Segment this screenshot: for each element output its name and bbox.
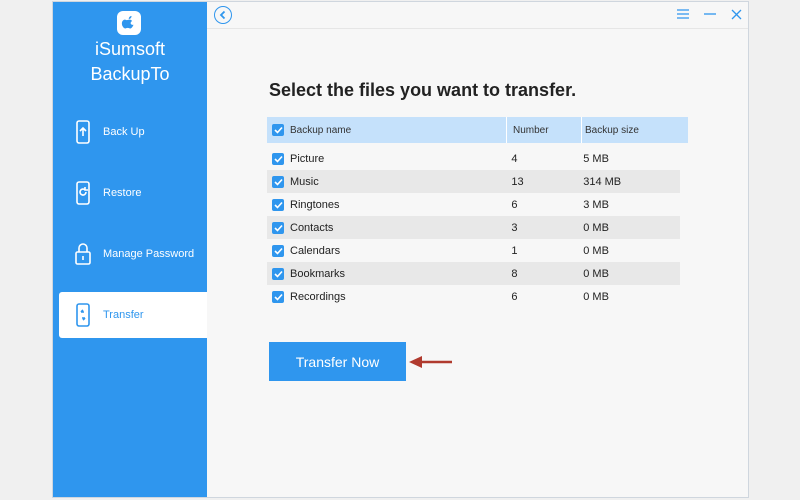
page-title: Select the files you want to transfer. bbox=[269, 80, 577, 100]
table-row[interactable]: Bookmarks 8 0 MB bbox=[267, 262, 680, 285]
row-name: Contacts bbox=[290, 221, 334, 234]
transfer-phone-icon bbox=[67, 299, 99, 331]
sidebar-item-restore[interactable]: Restore bbox=[59, 170, 207, 216]
sidebar-item-manage-password[interactable]: Manage Password bbox=[59, 231, 207, 277]
titlebar-divider bbox=[207, 28, 748, 29]
sidebar-item-label: Back Up bbox=[103, 126, 145, 138]
row-size: 0 MB bbox=[583, 267, 609, 280]
restore-phone-icon bbox=[67, 177, 99, 209]
select-all-checkbox[interactable] bbox=[272, 124, 284, 136]
row-name: Music bbox=[290, 175, 319, 188]
column-header-size[interactable]: Backup size bbox=[581, 117, 681, 143]
close-icon bbox=[731, 9, 742, 20]
table-header: Backup name Number Backup size bbox=[267, 117, 688, 143]
table-row[interactable]: Picture 4 5 MB bbox=[267, 147, 680, 170]
row-checkbox[interactable] bbox=[272, 267, 284, 280]
backup-phone-icon bbox=[67, 116, 99, 148]
lock-icon bbox=[67, 238, 99, 270]
annotation-arrow-icon bbox=[408, 355, 454, 374]
row-checkbox[interactable] bbox=[272, 221, 284, 234]
row-size: 5 MB bbox=[583, 152, 609, 165]
menu-button[interactable] bbox=[675, 6, 691, 22]
table-row[interactable]: Recordings 6 0 MB bbox=[267, 285, 680, 308]
sidebar-item-back-up[interactable]: Back Up bbox=[59, 109, 207, 155]
sidebar-item-label: Manage Password bbox=[103, 248, 195, 260]
row-name: Bookmarks bbox=[290, 267, 346, 280]
table-row[interactable]: Contacts 3 0 MB bbox=[267, 216, 680, 239]
row-checkbox[interactable] bbox=[272, 244, 284, 257]
row-checkbox[interactable] bbox=[272, 198, 284, 211]
row-number: 6 bbox=[511, 198, 518, 211]
row-name: Picture bbox=[290, 152, 325, 165]
row-size: 3 MB bbox=[583, 198, 609, 211]
app-name-line2: BackupTo bbox=[90, 64, 170, 84]
back-button[interactable] bbox=[214, 6, 232, 24]
row-number: 4 bbox=[511, 152, 518, 165]
row-number: 3 bbox=[511, 221, 518, 234]
sidebar-item-label: Restore bbox=[103, 187, 142, 199]
row-size: 0 MB bbox=[583, 221, 609, 234]
sidebar-item-transfer[interactable]: Transfer bbox=[59, 292, 207, 338]
row-size: 0 MB bbox=[583, 244, 609, 257]
app-window: iSumsoft BackupTo Back Up Restore Manage… bbox=[52, 1, 749, 498]
transfer-now-button[interactable]: Transfer Now bbox=[269, 342, 406, 381]
minimize-icon bbox=[704, 9, 716, 19]
row-checkbox[interactable] bbox=[272, 152, 284, 165]
row-name: Ringtones bbox=[290, 198, 340, 211]
column-header-name[interactable]: Backup name bbox=[290, 125, 351, 136]
apple-icon bbox=[117, 11, 141, 35]
minimize-button[interactable] bbox=[702, 6, 718, 22]
files-table: Backup name Number Backup size Picture 4… bbox=[267, 117, 688, 308]
row-size: 0 MB bbox=[583, 290, 609, 303]
table-row[interactable]: Ringtones 6 3 MB bbox=[267, 193, 680, 216]
table-row[interactable]: Music 13 314 MB bbox=[267, 170, 680, 193]
close-button[interactable] bbox=[728, 6, 744, 22]
row-number: 6 bbox=[511, 290, 518, 303]
row-number: 8 bbox=[511, 267, 518, 280]
chevron-left-icon bbox=[218, 10, 228, 20]
row-checkbox[interactable] bbox=[272, 175, 284, 188]
row-number: 1 bbox=[511, 244, 518, 257]
column-header-number[interactable]: Number bbox=[506, 117, 581, 143]
row-checkbox[interactable] bbox=[272, 290, 284, 303]
hamburger-icon bbox=[677, 9, 689, 19]
row-size: 314 MB bbox=[583, 175, 622, 188]
row-name: Calendars bbox=[290, 244, 341, 257]
sidebar: iSumsoft BackupTo Back Up Restore Manage… bbox=[53, 2, 207, 497]
row-name: Recordings bbox=[290, 290, 346, 303]
row-number: 13 bbox=[511, 175, 524, 188]
table-row[interactable]: Calendars 1 0 MB bbox=[267, 239, 680, 262]
sidebar-item-label: Transfer bbox=[103, 309, 144, 321]
app-name-line1: iSumsoft bbox=[94, 39, 166, 59]
